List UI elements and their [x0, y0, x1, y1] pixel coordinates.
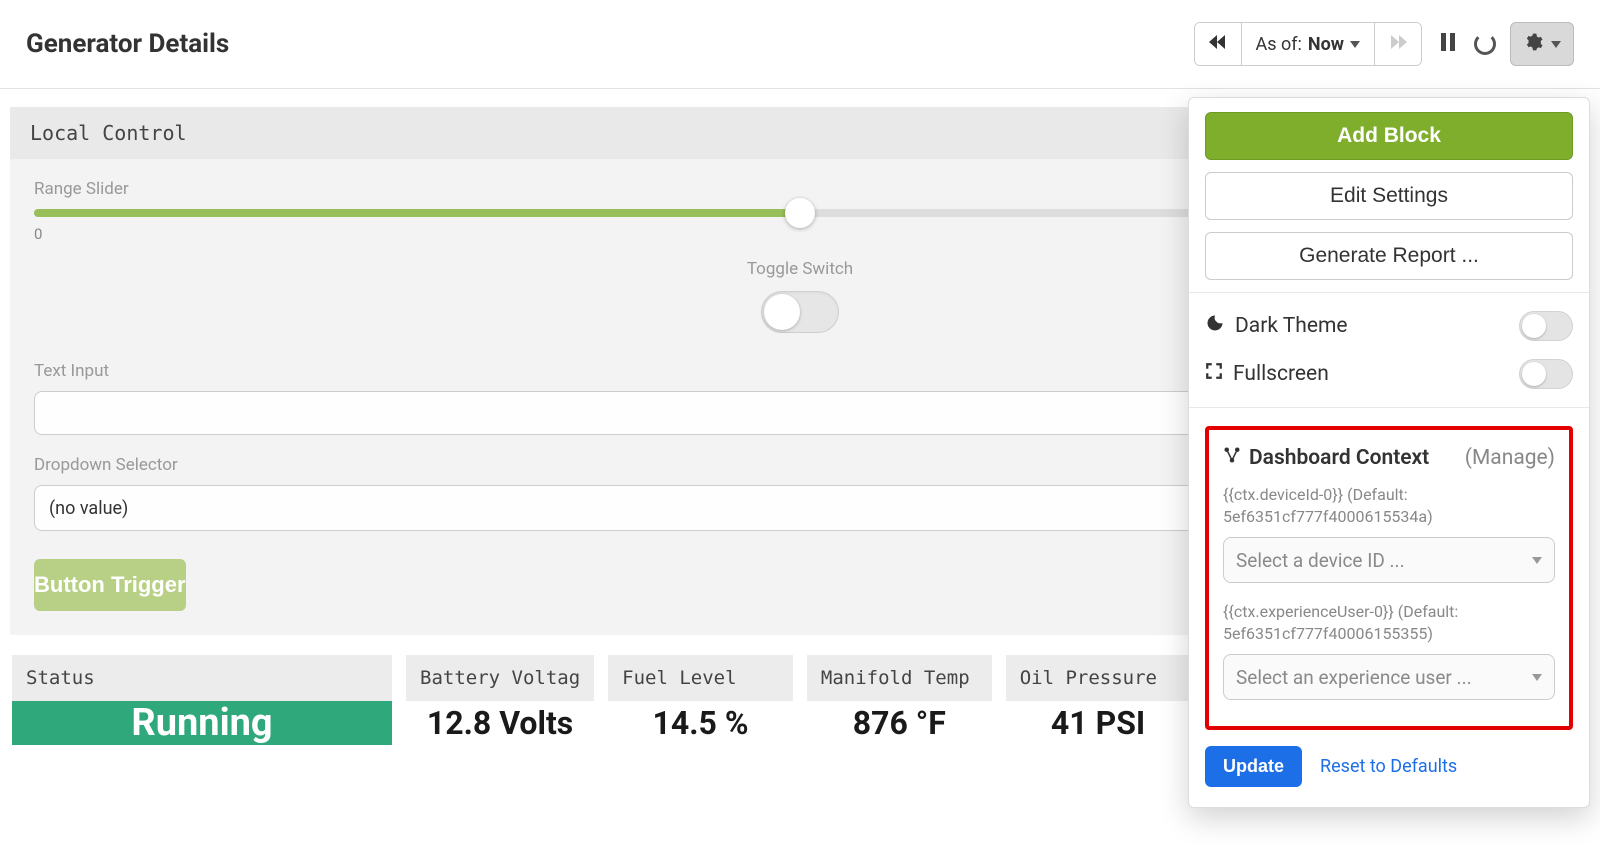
metric-card: StatusRunning — [12, 655, 392, 745]
ctx-user-select[interactable]: Select an experience user ... — [1223, 654, 1555, 700]
metric-card: Manifold Temp876 °F — [807, 655, 992, 745]
update-button[interactable]: Update — [1205, 746, 1302, 787]
slider-thumb[interactable] — [785, 198, 815, 228]
chevron-down-icon — [1532, 674, 1542, 681]
metric-title: Status — [12, 655, 392, 701]
button-trigger[interactable]: Button Trigger — [34, 559, 186, 611]
context-title: Dashboard Context — [1249, 446, 1429, 470]
pause-icon — [1440, 32, 1456, 56]
fullscreen-label: Fullscreen — [1233, 362, 1329, 386]
page-header: Generator Details As of: Now — [0, 0, 1600, 89]
moon-icon — [1205, 313, 1225, 339]
dashboard-context-box: Dashboard Context (Manage) {{ctx.deviceI… — [1205, 426, 1573, 730]
metric-value: 14.5 % — [608, 701, 793, 745]
metric-title: Manifold Temp — [807, 655, 992, 701]
header-controls: As of: Now — [1194, 22, 1574, 66]
time-forward-button — [1374, 23, 1421, 65]
settings-dropdown-panel: Add Block Edit Settings Generate Report … — [1188, 97, 1590, 808]
slider-min-label: 0 — [34, 225, 42, 243]
gear-icon — [1523, 32, 1543, 56]
settings-gear-button[interactable] — [1510, 22, 1574, 66]
ctx-device-label: {{ctx.deviceId-0}} (Default: 5ef6351cf77… — [1223, 484, 1555, 527]
edit-settings-button[interactable]: Edit Settings — [1205, 172, 1573, 220]
metric-title: Fuel Level — [608, 655, 793, 701]
add-block-button[interactable]: Add Block — [1205, 112, 1573, 160]
time-nav-group: As of: Now — [1194, 22, 1422, 66]
loading-spinner-icon — [1474, 33, 1496, 55]
metric-value: 41 PSI — [1006, 701, 1191, 745]
forward-icon — [1389, 34, 1407, 55]
chevron-down-icon — [1532, 557, 1542, 564]
metric-card: Oil Pressure41 PSI — [1006, 655, 1191, 745]
context-icon — [1223, 446, 1241, 470]
asof-dropdown[interactable]: As of: Now — [1241, 23, 1374, 65]
asof-value: Now — [1308, 34, 1344, 55]
dropdown-value: (no value) — [49, 498, 128, 519]
metric-value: 12.8 Volts — [406, 701, 594, 745]
time-back-button[interactable] — [1195, 23, 1241, 65]
metric-value: Running — [12, 701, 392, 745]
fullscreen-row: Fullscreen — [1205, 359, 1573, 389]
ctx-user-label: {{ctx.experienceUser-0}} (Default: 5ef63… — [1223, 601, 1555, 644]
dark-theme-toggle[interactable] — [1519, 311, 1573, 341]
page-title: Generator Details — [26, 29, 229, 59]
toggle-switch[interactable] — [761, 291, 839, 333]
pause-button[interactable] — [1436, 32, 1460, 56]
metric-value: 876 °F — [807, 701, 992, 745]
metric-title: Battery Voltag — [406, 655, 594, 701]
chevron-down-icon — [1350, 41, 1360, 48]
metric-title: Oil Pressure — [1006, 655, 1191, 701]
fullscreen-icon — [1205, 362, 1223, 386]
dark-theme-label: Dark Theme — [1235, 314, 1348, 338]
chevron-down-icon — [1551, 41, 1561, 48]
metric-card: Battery Voltag12.8 Volts — [406, 655, 594, 745]
rewind-icon — [1209, 34, 1227, 55]
dark-theme-row: Dark Theme — [1205, 311, 1573, 341]
ctx-device-select[interactable]: Select a device ID ... — [1223, 537, 1555, 583]
ctx-user-placeholder: Select an experience user ... — [1236, 666, 1472, 689]
asof-prefix: As of: — [1256, 34, 1302, 55]
metric-card: Fuel Level14.5 % — [608, 655, 793, 745]
context-manage-link[interactable]: (Manage) — [1465, 446, 1555, 470]
ctx-device-placeholder: Select a device ID ... — [1236, 549, 1405, 572]
generate-report-button[interactable]: Generate Report ... — [1205, 232, 1573, 280]
fullscreen-toggle[interactable] — [1519, 359, 1573, 389]
reset-defaults-link[interactable]: Reset to Defaults — [1320, 756, 1457, 777]
page-body: Local Control Range Slider 0 Toggle Swit… — [0, 89, 1600, 745]
